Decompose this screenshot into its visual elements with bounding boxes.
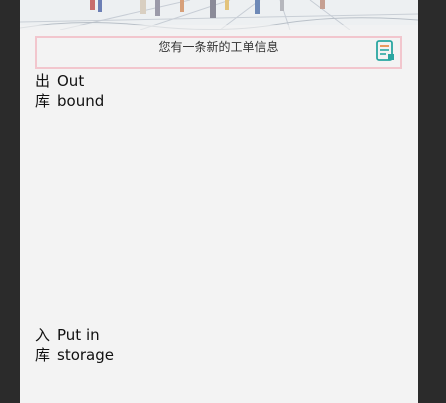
inbound-section[interactable]: 入 Put in 库 storage: [35, 325, 114, 365]
app-page: 您有一条新的工单信息 出 Out 库 bound 入 Put in 库 stor…: [20, 0, 418, 403]
new-workorder-notice[interactable]: 您有一条新的工单信息: [35, 36, 402, 69]
outbound-section[interactable]: 出 Out 库 bound: [35, 71, 104, 111]
document-list-icon[interactable]: [375, 39, 397, 63]
header-banner-image: [20, 0, 418, 30]
inbound-cn-char-1: 入: [35, 326, 51, 344]
inbound-en-line-1: Put in: [57, 326, 100, 344]
inbound-cn-char-2: 库: [35, 346, 51, 364]
notice-text: 您有一条新的工单信息: [158, 40, 279, 54]
inbound-en-line-2: storage: [57, 346, 114, 364]
outbound-cn-char-2: 库: [35, 92, 51, 110]
outbound-en-line-2: bound: [57, 92, 105, 110]
banner-illustration: [20, 0, 418, 30]
outbound-cn-char-1: 出: [35, 72, 51, 90]
outbound-en-line-1: Out: [57, 72, 85, 90]
